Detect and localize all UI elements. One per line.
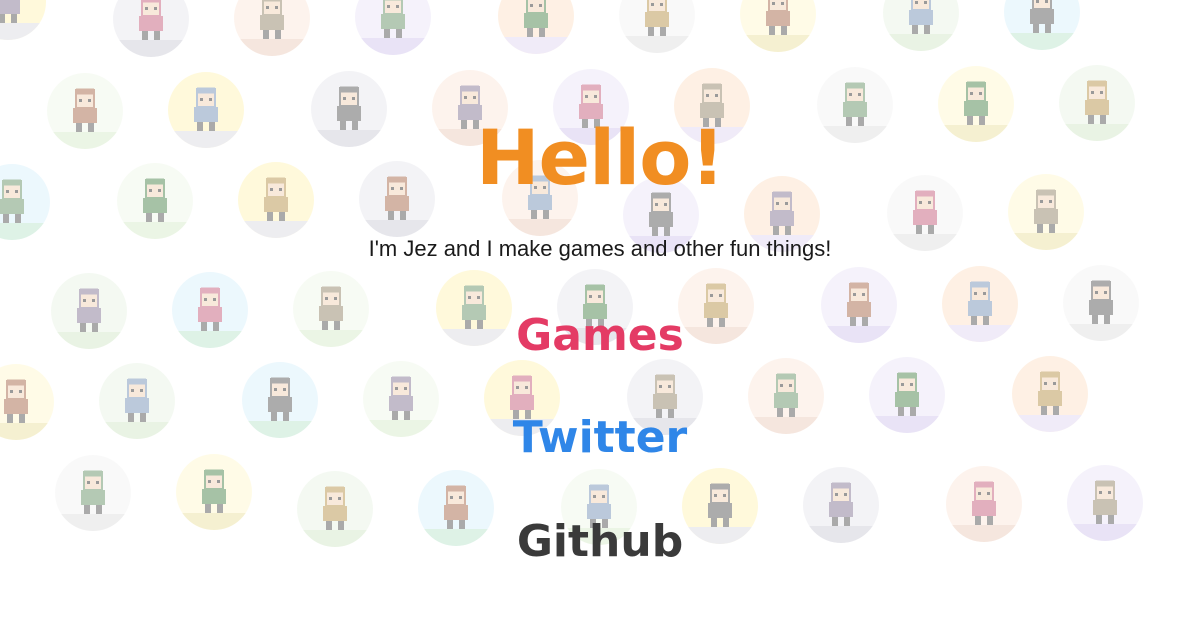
tagline: I'm Jez and I make games and other fun t… (368, 236, 832, 261)
github-link[interactable]: Github (0, 520, 1200, 564)
green-blob-icon (0, 0, 46, 40)
games-link-label[interactable]: Games (516, 310, 684, 361)
greeting-text: Hello! (475, 113, 725, 202)
duck-icon (1004, 0, 1080, 50)
github-link-label[interactable]: Github (517, 516, 683, 567)
girl-icon (619, 0, 695, 53)
bowler-hat-man-icon (113, 0, 189, 57)
frog-icon (883, 0, 959, 51)
stick-figure-icon (234, 0, 310, 56)
greeting-heading: Hello! (0, 120, 1200, 196)
pixel-boy-icon (498, 0, 574, 54)
one-eyed-monster-icon (355, 0, 431, 55)
twitter-link-label[interactable]: Twitter (513, 412, 688, 463)
potted-plant-icon (740, 0, 816, 52)
stick-figure-icon (176, 454, 252, 530)
twitter-link[interactable]: Twitter (0, 416, 1200, 460)
games-link[interactable]: Games (0, 314, 1200, 358)
